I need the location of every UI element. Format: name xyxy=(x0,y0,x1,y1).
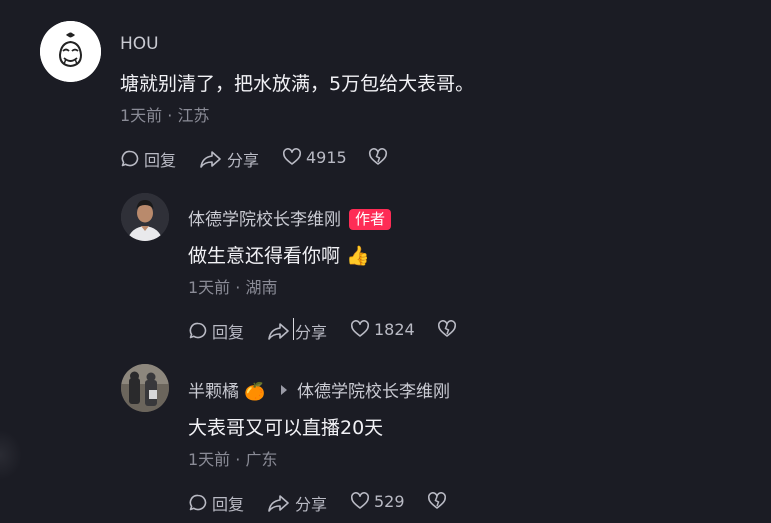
like-button[interactable]: 529 xyxy=(350,491,405,511)
speech-bubble-icon xyxy=(189,322,207,339)
user-avatar-banketju[interactable] xyxy=(121,364,169,412)
reply-to-caret-icon xyxy=(280,385,287,395)
share-arrow-icon xyxy=(200,151,221,168)
share-label: 分享 xyxy=(295,323,328,342)
heart-icon xyxy=(282,148,302,165)
dislike-button[interactable] xyxy=(368,147,388,167)
dislike-button[interactable] xyxy=(437,319,457,339)
heart-icon xyxy=(350,320,370,337)
reply-text-body: 做生意还得看你啊 xyxy=(188,245,341,267)
share-arrow-icon xyxy=(268,495,289,512)
reply-text: 做生意还得看你啊 👍 xyxy=(188,241,370,268)
cartoon-face-icon xyxy=(40,21,101,82)
reply-username: 半颗橘 🍊 体德学院校长李维刚 xyxy=(188,377,450,402)
broken-heart-icon xyxy=(368,148,388,165)
heart-icon xyxy=(350,492,370,509)
dislike-button[interactable] xyxy=(427,491,447,511)
share-arrow-icon xyxy=(268,323,289,340)
reply-button[interactable]: 回复 xyxy=(188,491,244,515)
share-label: 分享 xyxy=(227,151,260,170)
broken-heart-icon xyxy=(427,492,447,509)
reply-to-username[interactable]: 体德学院校长李维刚 xyxy=(297,382,450,402)
reply-meta: 1天前 · 湖南 xyxy=(188,278,278,297)
reply-username: 体德学院校长李维刚 作者 xyxy=(188,205,392,230)
share-button[interactable]: 分享 xyxy=(267,491,327,515)
reply-button[interactable]: 回复 xyxy=(120,147,176,171)
speech-bubble-icon xyxy=(189,494,207,511)
reply-button[interactable]: 回复 xyxy=(188,319,244,343)
reply-text: 大表哥又可以直播20天 xyxy=(188,417,384,439)
profile-photo-icon xyxy=(121,193,169,241)
scroll-edge-shadow xyxy=(0,430,22,480)
like-count: 4915 xyxy=(306,147,347,167)
user-avatar-hou[interactable] xyxy=(40,21,101,82)
user-avatar-author[interactable] xyxy=(121,193,169,241)
like-button[interactable]: 4915 xyxy=(282,147,347,167)
speech-bubble-icon xyxy=(121,150,139,167)
like-count: 529 xyxy=(374,491,405,511)
reply-label: 回复 xyxy=(212,495,245,514)
reply-username-text[interactable]: 体德学院校长李维刚 xyxy=(188,210,341,230)
like-count: 1824 xyxy=(374,319,415,339)
thumbs-up-emoji: 👍 xyxy=(346,245,370,267)
share-label: 分享 xyxy=(295,495,328,514)
comment-text: 塘就别清了，把水放满，5万包给大表哥。 xyxy=(120,73,475,95)
reply-meta: 1天前 · 广东 xyxy=(188,450,278,469)
reply-label: 回复 xyxy=(144,151,177,170)
orange-emoji: 🍊 xyxy=(244,382,266,402)
comment-meta: 1天前 · 江苏 xyxy=(120,106,210,125)
share-button[interactable]: 分享 xyxy=(267,319,327,343)
comment-username[interactable]: HOU xyxy=(120,34,159,54)
reply-label: 回复 xyxy=(212,323,245,342)
share-button[interactable]: 分享 xyxy=(199,147,259,171)
broken-heart-icon xyxy=(437,320,457,337)
reply-username-text[interactable]: 半颗橘 xyxy=(188,382,239,402)
profile-photo-icon xyxy=(121,364,169,412)
comment-thread: HOU 塘就别清了，把水放满，5万包给大表哥。 1天前 · 江苏 回复 分享 4… xyxy=(0,0,771,523)
like-button[interactable]: 1824 xyxy=(350,319,415,339)
author-badge: 作者 xyxy=(349,209,392,230)
text-cursor xyxy=(293,318,294,340)
